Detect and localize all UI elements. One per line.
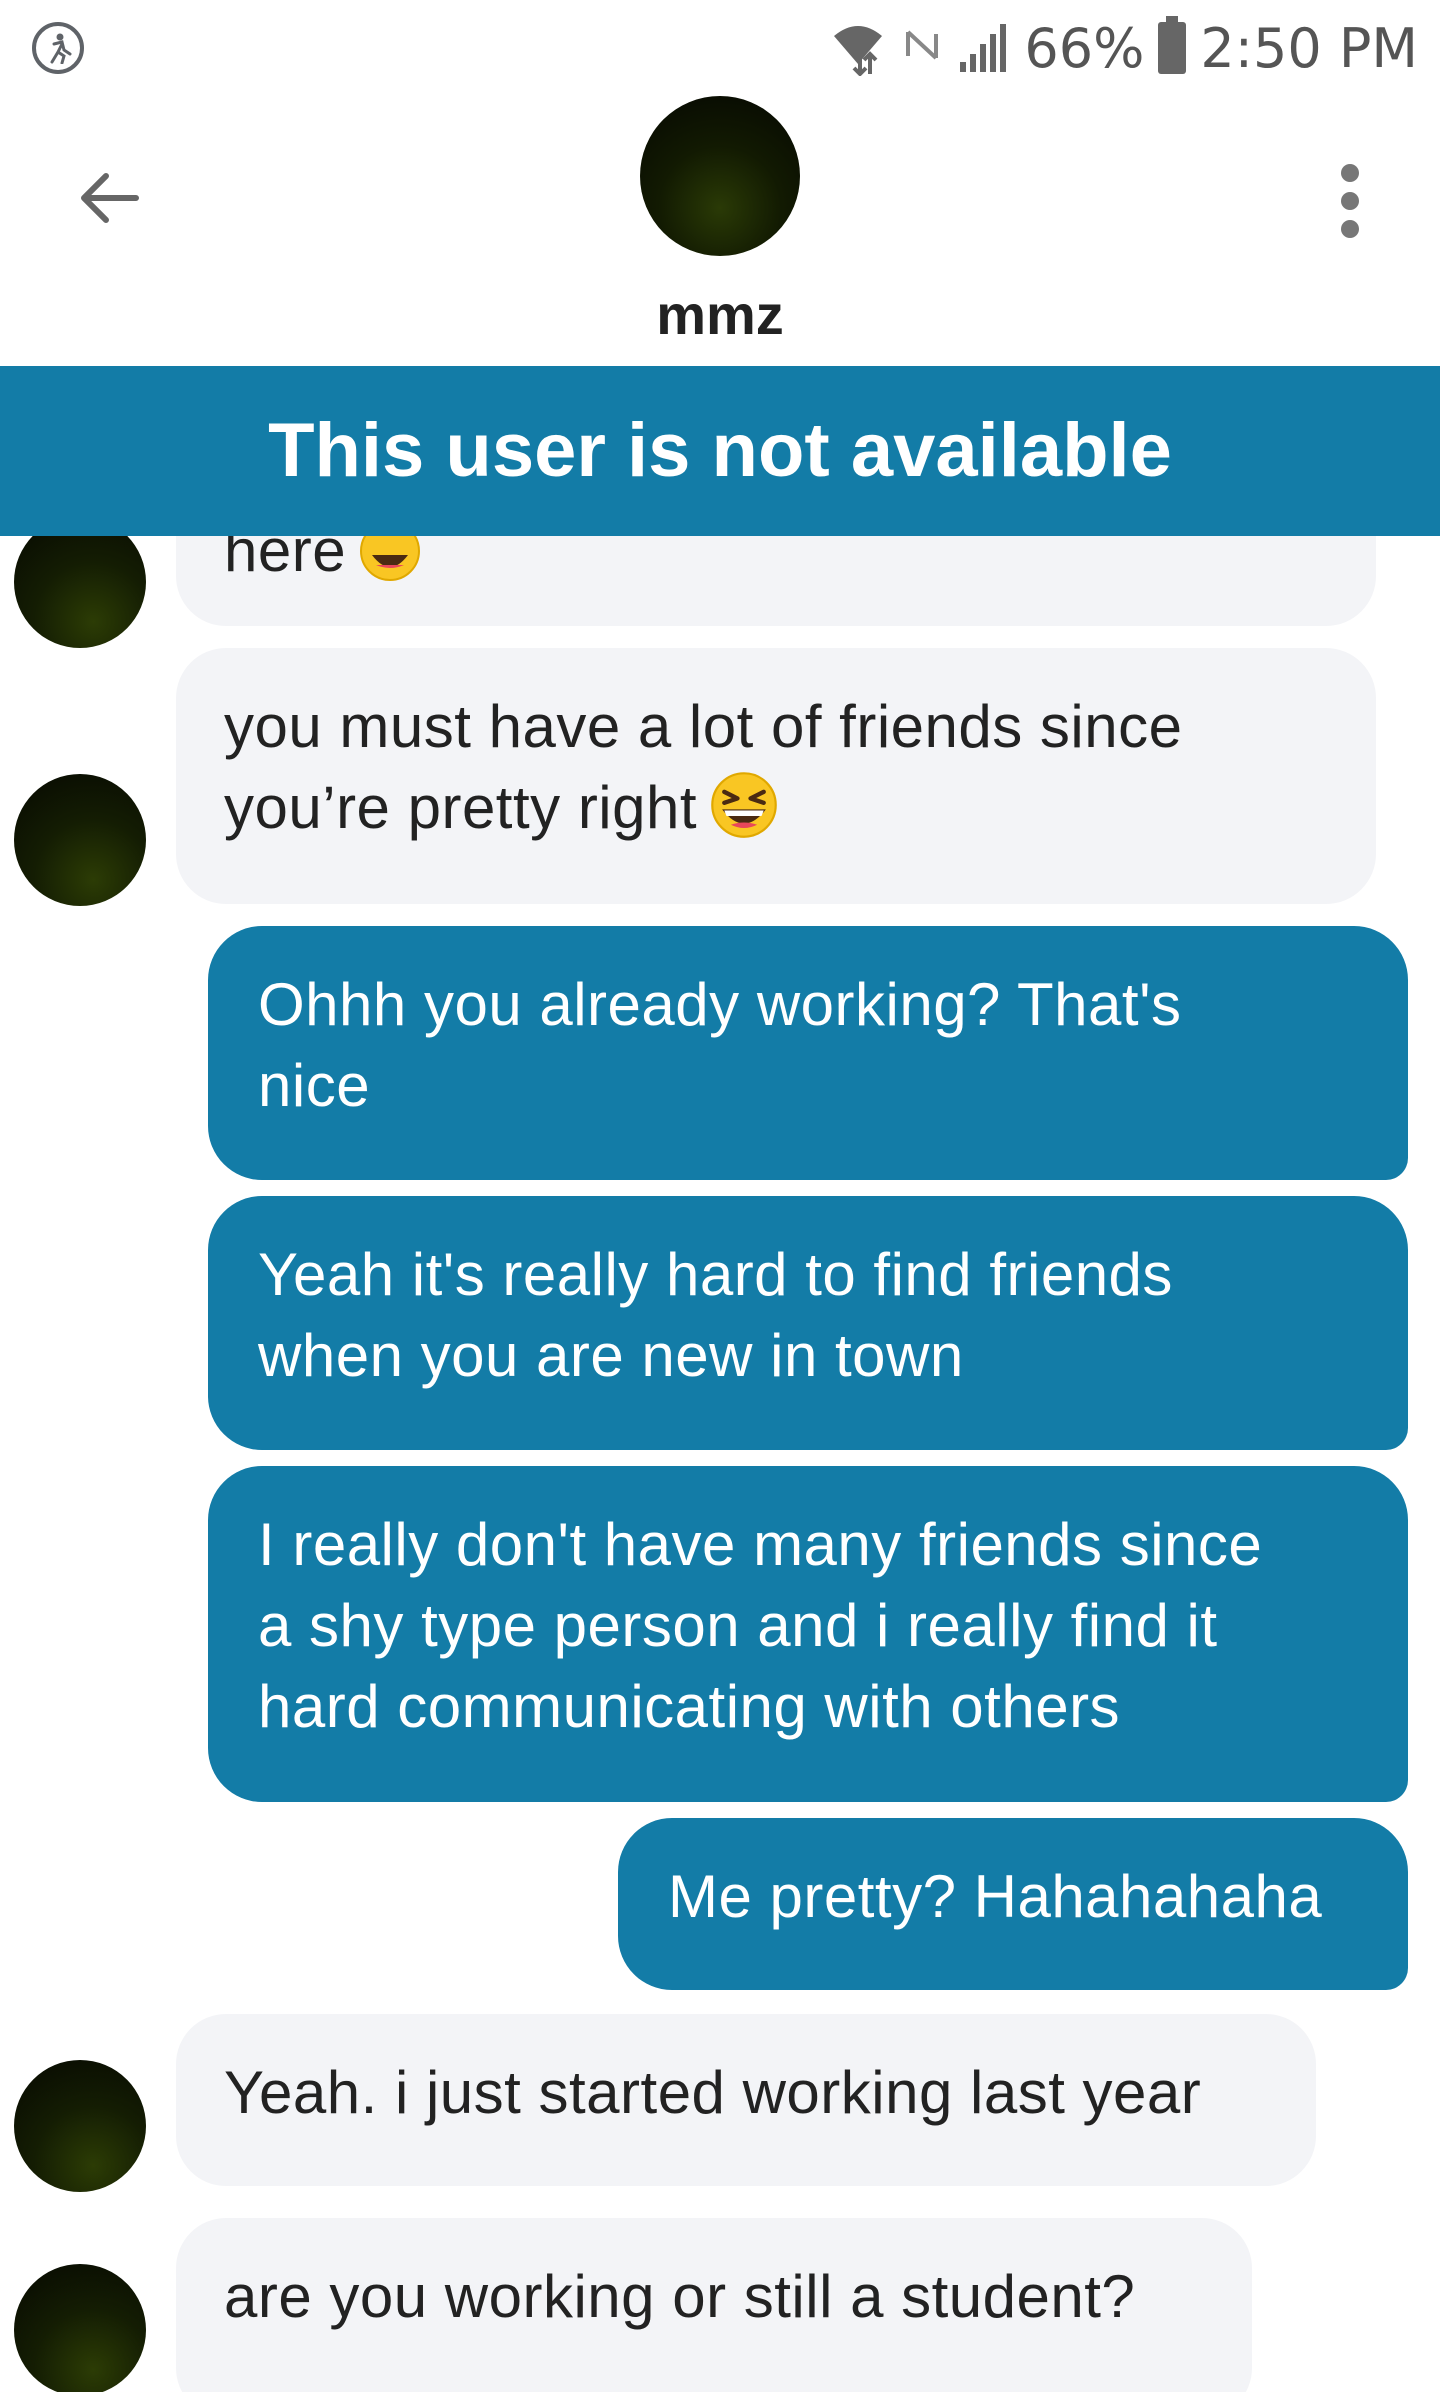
- contact-name[interactable]: mmz: [0, 282, 1440, 347]
- battery-percent: 66%: [1024, 16, 1145, 80]
- message-text: here: [224, 536, 347, 584]
- grinning-squinting-face-icon: [711, 772, 777, 838]
- message-line: hard communicating with others: [258, 1673, 1121, 1740]
- message-bubble-outgoing[interactable]: Ohhh you already working? That's nice: [208, 926, 1408, 1180]
- message-line: a shy type person and i really find it: [258, 1592, 1218, 1659]
- message-line: you must have a lot of friends since: [224, 693, 1183, 760]
- sender-avatar[interactable]: [14, 774, 146, 906]
- grinning-squinting-face-icon: [360, 536, 421, 581]
- accessibility-icon: [32, 22, 84, 74]
- message-line: nice: [258, 1052, 371, 1119]
- signal-bars-icon: [960, 24, 1007, 72]
- sender-avatar[interactable]: [14, 2060, 146, 2192]
- user-unavailable-banner: This user is not available: [0, 366, 1440, 536]
- message-bubble-incoming[interactable]: here: [176, 536, 1376, 626]
- status-bar: 66% 2:50 PM: [0, 0, 1440, 96]
- battery-icon: [1158, 16, 1187, 74]
- no-signal-icon: [906, 30, 939, 60]
- sender-avatar[interactable]: [14, 536, 146, 648]
- clock: 2:50 PM: [1200, 16, 1418, 80]
- more-vertical-icon: [1330, 164, 1370, 238]
- contact-avatar[interactable]: [640, 96, 800, 256]
- back-button[interactable]: [70, 158, 150, 238]
- message-line: when you are new in town: [258, 1322, 964, 1389]
- message-line: are you working or still a student?: [224, 2263, 1136, 2330]
- message-line: you’re pretty right: [224, 774, 698, 841]
- arrow-left-icon: [81, 173, 139, 223]
- sender-avatar[interactable]: [14, 2264, 146, 2392]
- message-bubble-incoming[interactable]: you must have a lot of friends since you…: [176, 648, 1376, 904]
- message-bubble-incoming[interactable]: are you working or still a student?: [176, 2218, 1252, 2392]
- message-line: Yeah it's really hard to find friends: [258, 1241, 1173, 1308]
- message-bubble-incoming[interactable]: Yeah. i just started working last year: [176, 2014, 1316, 2186]
- message-line: Me pretty? Hahahahaha: [668, 1863, 1323, 1930]
- message-bubble-outgoing[interactable]: I really don't have many friends since a…: [208, 1466, 1408, 1802]
- chat-header: mmz: [0, 96, 1440, 366]
- more-options-button[interactable]: [1330, 156, 1370, 246]
- message-line: Ohhh you already working? That's: [258, 971, 1182, 1038]
- message-bubble-outgoing[interactable]: Me pretty? Hahahahaha: [618, 1818, 1408, 1990]
- message-line: Yeah. i just started working last year: [224, 2059, 1202, 2126]
- message-bubble-outgoing[interactable]: Yeah it's really hard to find friends wh…: [208, 1196, 1408, 1450]
- status-icons: 66% 2:50 PM: [830, 16, 1418, 80]
- wifi-icon: [834, 26, 883, 76]
- message-list[interactable]: here you must have a lot of friends sinc…: [0, 536, 1440, 2392]
- message-line: I really don't have many friends since: [258, 1511, 1263, 1578]
